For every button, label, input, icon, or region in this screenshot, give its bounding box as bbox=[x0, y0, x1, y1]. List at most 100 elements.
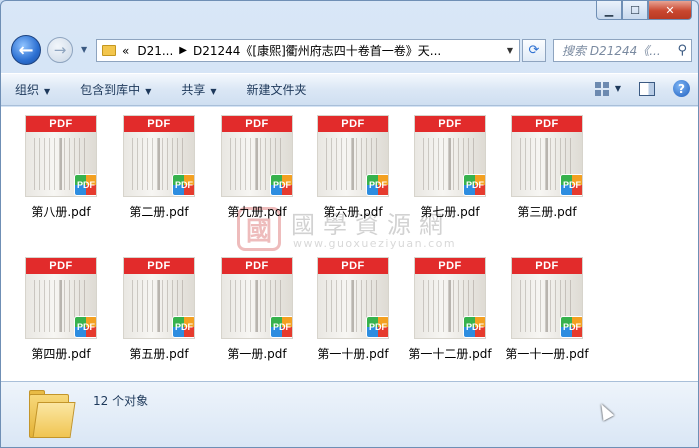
pdf-app-icon: PDF bbox=[270, 174, 292, 196]
pdf-band: PDF bbox=[318, 258, 388, 274]
arrow-left-icon: ← bbox=[18, 39, 34, 61]
chevron-down-icon: ▼ bbox=[44, 87, 51, 96]
minimize-button[interactable]: ▁ bbox=[596, 1, 622, 20]
refresh-icon: ⟳ bbox=[528, 43, 540, 58]
pdf-thumbnail: PDF PDF bbox=[221, 115, 293, 197]
change-view-button[interactable]: ▼ bbox=[594, 81, 621, 96]
file-item[interactable]: PDF PDF 第三册.pdf bbox=[501, 115, 593, 220]
file-name: 第一册.pdf bbox=[227, 347, 287, 361]
views-icon bbox=[594, 81, 609, 96]
address-bar[interactable]: « D21... ▶ D21244《[康熙]衢州府志四十卷首一卷》天... ▼ bbox=[96, 39, 520, 62]
pdf-app-icon: PDF bbox=[74, 174, 96, 196]
file-name: 第七册.pdf bbox=[420, 205, 480, 219]
help-icon[interactable]: ? bbox=[673, 80, 690, 97]
file-name: 第四册.pdf bbox=[31, 347, 91, 361]
pdf-thumbnail: PDF PDF bbox=[414, 257, 486, 339]
arrow-right-icon: → bbox=[53, 41, 67, 59]
pdf-band: PDF bbox=[222, 116, 292, 132]
new-folder-button[interactable]: 新建文件夹 bbox=[247, 81, 307, 98]
back-button[interactable]: ← bbox=[11, 35, 41, 65]
file-item[interactable]: PDF PDF 第八册.pdf bbox=[15, 115, 107, 220]
chevron-right-icon[interactable]: ▶ bbox=[179, 45, 187, 56]
file-item[interactable]: PDF PDF 第一册.pdf bbox=[211, 257, 303, 362]
pdf-band: PDF bbox=[26, 258, 96, 274]
file-item[interactable]: PDF PDF 第一十册.pdf bbox=[307, 257, 399, 362]
watermark-url: www.guoxueziyuan.com bbox=[293, 237, 457, 250]
pdf-app-icon: PDF bbox=[172, 174, 194, 196]
file-name: 第一十册.pdf bbox=[317, 347, 389, 361]
pdf-band: PDF bbox=[512, 116, 582, 132]
file-item[interactable]: PDF PDF 第四册.pdf bbox=[15, 257, 107, 362]
pdf-app-icon: PDF bbox=[463, 316, 485, 338]
pdf-app-icon: PDF bbox=[560, 174, 582, 196]
pdf-thumbnail: PDF PDF bbox=[25, 115, 97, 197]
navigation-bar: ← → ▼ « D21... ▶ D21244《[康熙]衢州府志四十卷首一卷》天… bbox=[1, 33, 698, 67]
breadcrumb-item[interactable]: D21... bbox=[137, 44, 173, 58]
organize-menu[interactable]: 组织 ▼ bbox=[15, 81, 50, 98]
chevron-down-icon: ▼ bbox=[614, 84, 621, 93]
file-item[interactable]: PDF PDF 第一十二册.pdf bbox=[404, 257, 496, 362]
file-item[interactable]: PDF PDF 第五册.pdf bbox=[113, 257, 205, 362]
pdf-thumbnail: PDF PDF bbox=[123, 257, 195, 339]
pdf-band: PDF bbox=[512, 258, 582, 274]
file-name: 第五册.pdf bbox=[129, 347, 189, 361]
command-bar: 组织 ▼ 包含到库中 ▼ 共享 ▼ 新建文件夹 ▼ ? bbox=[1, 73, 698, 106]
pdf-app-icon: PDF bbox=[560, 316, 582, 338]
breadcrumb-item[interactable]: D21244《[康熙]衢州府志四十卷首一卷》天... bbox=[193, 42, 441, 59]
pdf-thumbnail: PDF PDF bbox=[25, 257, 97, 339]
search-icon[interactable]: ⚲ bbox=[677, 43, 687, 58]
pdf-band: PDF bbox=[124, 258, 194, 274]
refresh-button[interactable]: ⟳ bbox=[522, 39, 546, 62]
pdf-band: PDF bbox=[222, 258, 292, 274]
breadcrumb-overflow[interactable]: « bbox=[122, 44, 129, 58]
chevron-down-icon[interactable]: ▼ bbox=[507, 46, 513, 55]
file-item[interactable]: PDF PDF 第六册.pdf bbox=[307, 115, 399, 220]
file-name: 第六册.pdf bbox=[323, 205, 383, 219]
file-name: 第一十二册.pdf bbox=[408, 347, 492, 361]
file-item[interactable]: PDF PDF 第二册.pdf bbox=[113, 115, 205, 220]
file-item[interactable]: PDF PDF 第一十一册.pdf bbox=[501, 257, 593, 362]
pdf-band: PDF bbox=[318, 116, 388, 132]
close-button[interactable]: ✕ bbox=[648, 1, 692, 20]
preview-pane-icon[interactable] bbox=[639, 81, 655, 96]
file-list[interactable]: 國 國學資源網 www.guoxueziyuan.com PDF PDF 第八册.… bbox=[1, 107, 698, 381]
organize-label: 组织 bbox=[15, 83, 40, 97]
pdf-app-icon: PDF bbox=[172, 316, 194, 338]
folder-icon bbox=[102, 45, 116, 56]
history-dropdown-icon[interactable]: ▼ bbox=[81, 45, 87, 54]
pdf-thumbnail: PDF PDF bbox=[414, 115, 486, 197]
include-in-library-label: 包含到库中 bbox=[80, 83, 141, 97]
pdf-band: PDF bbox=[124, 116, 194, 132]
file-name: 第一十一册.pdf bbox=[505, 347, 589, 361]
pdf-band: PDF bbox=[415, 258, 485, 274]
caption-buttons: ▁ ☐ ✕ bbox=[596, 1, 692, 20]
search-placeholder: 搜索 D21244《... bbox=[562, 44, 661, 58]
item-count: 12 个对象 bbox=[93, 394, 149, 408]
view-controls: ▼ ? bbox=[594, 80, 690, 97]
explorer-window: ▁ ☐ ✕ ← → ▼ « D21... ▶ D21244《[康熙]衢州府志四十… bbox=[0, 0, 699, 448]
details-pane: 12 个对象 bbox=[1, 381, 698, 447]
file-item[interactable]: PDF PDF 第九册.pdf bbox=[211, 115, 303, 220]
pdf-band: PDF bbox=[415, 116, 485, 132]
pdf-app-icon: PDF bbox=[463, 174, 485, 196]
file-name: 第八册.pdf bbox=[31, 205, 91, 219]
file-name: 第二册.pdf bbox=[129, 205, 189, 219]
include-in-library-menu[interactable]: 包含到库中 ▼ bbox=[80, 81, 151, 98]
share-menu[interactable]: 共享 ▼ bbox=[181, 81, 216, 98]
pdf-app-icon: PDF bbox=[366, 316, 388, 338]
chevron-down-icon: ▼ bbox=[210, 87, 217, 96]
pdf-app-icon: PDF bbox=[270, 316, 292, 338]
share-label: 共享 bbox=[181, 83, 206, 97]
pdf-thumbnail: PDF PDF bbox=[317, 115, 389, 197]
pdf-thumbnail: PDF PDF bbox=[221, 257, 293, 339]
forward-button[interactable]: → bbox=[47, 37, 73, 63]
pdf-thumbnail: PDF PDF bbox=[317, 257, 389, 339]
file-name: 第九册.pdf bbox=[227, 205, 287, 219]
folder-icon bbox=[29, 388, 76, 438]
pdf-thumbnail: PDF PDF bbox=[123, 115, 195, 197]
file-name: 第三册.pdf bbox=[517, 205, 577, 219]
pdf-thumbnail: PDF PDF bbox=[511, 257, 583, 339]
file-item[interactable]: PDF PDF 第七册.pdf bbox=[404, 115, 496, 220]
search-input[interactable]: 搜索 D21244《... ⚲ bbox=[553, 39, 692, 62]
maximize-button[interactable]: ☐ bbox=[622, 1, 648, 20]
